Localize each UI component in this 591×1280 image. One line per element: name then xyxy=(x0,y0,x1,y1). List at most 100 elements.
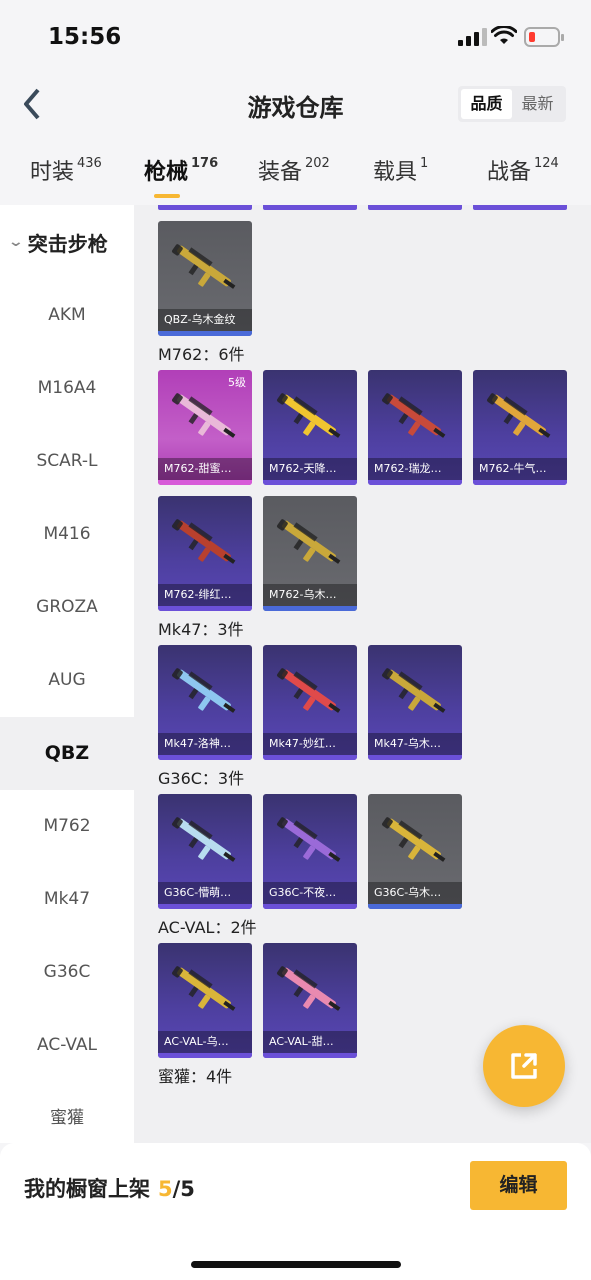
weapon-card[interactable]: G36C-懵萌… xyxy=(158,794,252,909)
sort-newest-button[interactable]: 最新 xyxy=(512,89,563,119)
level-badge: 5级 xyxy=(228,376,246,389)
weapon-grid-area[interactable]: QBZ-乌木金纹 M762：6件 5级 M762-甜蜜… M762-天降… M762-瑞龙… xyxy=(134,205,591,1143)
home-indicator xyxy=(191,1261,401,1268)
weapon-card-label: QBZ-乌木金纹 xyxy=(158,309,252,331)
tab-label: 枪械 xyxy=(144,160,189,185)
edit-button[interactable]: 编辑 xyxy=(470,1161,567,1210)
weapon-skin-image xyxy=(168,233,242,303)
sidebar-item-0[interactable]: AKM xyxy=(0,279,134,352)
status-time: 15:56 xyxy=(48,24,122,50)
weapon-card[interactable]: M762-牛气… xyxy=(473,370,567,485)
weapon-card[interactable]: Mk47-洛神… xyxy=(158,645,252,760)
weapon-card-label: G36C-不夜… xyxy=(263,882,357,904)
showcase-bar: 我的橱窗上架 5/5 编辑 xyxy=(0,1143,591,1280)
category-tabs: 时装 436 枪械 176 装备 202 载具 1 战备 124 xyxy=(0,140,591,202)
sort-toggle: 品质 最新 xyxy=(458,86,566,122)
tab-count: 124 xyxy=(534,156,559,171)
chevron-down-icon: ⌄ xyxy=(7,234,25,250)
battery-icon xyxy=(524,27,564,47)
tab-count: 176 xyxy=(191,156,219,171)
weapon-skin-image xyxy=(273,657,347,727)
tab-label: 时装 xyxy=(30,160,75,185)
weapon-card[interactable]: Mk47-乌木… xyxy=(368,645,462,760)
header: 游戏仓库 品质 最新 xyxy=(0,72,591,136)
sort-quality-button[interactable]: 品质 xyxy=(461,89,512,119)
weapon-card[interactable]: AC-VAL-乌… xyxy=(158,943,252,1058)
showcase-label: 我的橱窗上架 xyxy=(24,1177,150,1201)
sidebar-item-6[interactable]: QBZ xyxy=(0,717,134,790)
weapon-card[interactable]: G36C-不夜… xyxy=(263,794,357,909)
section-title: G36C：3件 xyxy=(158,769,245,788)
sidebar-item-2[interactable]: SCAR-L xyxy=(0,425,134,498)
rarity-bar xyxy=(263,904,357,909)
tab-label: 载具 xyxy=(373,160,418,185)
previous-row-edge xyxy=(158,205,567,210)
sidebar-item-9[interactable]: G36C xyxy=(0,936,134,1009)
weapon-card-label: Mk47-妙红… xyxy=(263,733,357,755)
tab-vehicles[interactable]: 载具 1 xyxy=(373,154,428,186)
weapon-card-label: G36C-乌木… xyxy=(368,882,462,904)
weapon-skin-image xyxy=(378,657,452,727)
sidebar-item-11[interactable]: 蜜獾 xyxy=(0,1082,134,1143)
weapon-card-label: Mk47-乌木… xyxy=(368,733,462,755)
weapon-grid: 5级 M762-甜蜜… M762-天降… M762-瑞龙… M762-牛气… M762-绯… xyxy=(158,370,583,611)
rarity-bar xyxy=(158,331,252,336)
share-button[interactable] xyxy=(483,1025,565,1107)
weapon-card[interactable]: 5级 M762-甜蜜… xyxy=(158,370,252,485)
sidebar-list: AKM M16A4 SCAR-L M416 GROZA AUG QBZ M762 Mk47 G36… xyxy=(0,279,134,1143)
sidebar-item-5[interactable]: AUG xyxy=(0,644,134,717)
weapon-grid: G36C-懵萌… G36C-不夜… G36C-乌木… xyxy=(158,794,583,909)
rarity-bar xyxy=(368,904,462,909)
weapon-skin-image xyxy=(168,657,242,727)
rarity-bar xyxy=(368,755,462,760)
weapon-card[interactable]: QBZ-乌木金纹 xyxy=(158,221,252,336)
weapon-skin-image xyxy=(483,382,557,452)
showcase-status: 我的橱窗上架 5/5 xyxy=(24,1173,195,1203)
weapon-card[interactable]: M762-天降… xyxy=(263,370,357,485)
weapon-grid: QBZ-乌木金纹 xyxy=(158,221,583,336)
sidebar-item-4[interactable]: GROZA xyxy=(0,571,134,644)
weapon-card[interactable]: M762-绯红… xyxy=(158,496,252,611)
weapon-grid: Mk47-洛神… Mk47-妙红… Mk47-乌木… xyxy=(158,645,583,760)
showcase-total-count: /5 xyxy=(172,1177,195,1201)
weapon-skin-image xyxy=(168,382,242,452)
weapon-card-label: M762-牛气… xyxy=(473,458,567,480)
share-external-icon xyxy=(511,1053,537,1079)
sidebar-item-8[interactable]: Mk47 xyxy=(0,863,134,936)
weapon-skin-image xyxy=(168,508,242,578)
rarity-bar xyxy=(263,755,357,760)
weapon-card-label: M762-绯红… xyxy=(158,584,252,606)
rarity-bar xyxy=(158,606,252,611)
weapon-skin-image xyxy=(168,806,242,876)
sidebar-category-assault-rifle[interactable]: ⌄ 突击步枪 xyxy=(0,205,134,279)
weapon-card-label: AC-VAL-甜… xyxy=(263,1031,357,1053)
section-title: M762：6件 xyxy=(158,345,245,364)
weapon-card-label: G36C-懵萌… xyxy=(158,882,252,904)
weapon-card[interactable]: Mk47-妙红… xyxy=(263,645,357,760)
wifi-icon xyxy=(491,26,517,44)
rarity-bar xyxy=(263,480,357,485)
weapon-card[interactable]: G36C-乌木… xyxy=(368,794,462,909)
tab-fashion[interactable]: 时装 436 xyxy=(30,154,102,186)
weapon-card-label: M762-瑞龙… xyxy=(368,458,462,480)
weapon-card[interactable]: M762-瑞龙… xyxy=(368,370,462,485)
weapon-card-label: Mk47-洛神… xyxy=(158,733,252,755)
tab-count: 1 xyxy=(420,156,429,171)
sidebar-item-10[interactable]: AC-VAL xyxy=(0,1009,134,1082)
rarity-bar xyxy=(158,755,252,760)
sidebar-item-1[interactable]: M16A4 xyxy=(0,352,134,425)
weapon-skin-image xyxy=(273,382,347,452)
weapon-card[interactable]: AC-VAL-甜… xyxy=(263,943,357,1058)
section-title: AC-VAL：2件 xyxy=(158,918,257,937)
rarity-bar xyxy=(263,606,357,611)
sidebar-item-7[interactable]: M762 xyxy=(0,790,134,863)
tab-guns[interactable]: 枪械 176 xyxy=(144,154,219,198)
weapon-skin-image xyxy=(273,955,347,1025)
tab-battle-prep[interactable]: 战备 124 xyxy=(487,154,559,186)
weapon-skin-image xyxy=(378,382,452,452)
tab-label: 战备 xyxy=(487,160,532,185)
tab-equipment[interactable]: 装备 202 xyxy=(258,154,330,186)
sidebar-item-3[interactable]: M416 xyxy=(0,498,134,571)
weapon-skin-image xyxy=(378,806,452,876)
weapon-card[interactable]: M762-乌木… xyxy=(263,496,357,611)
